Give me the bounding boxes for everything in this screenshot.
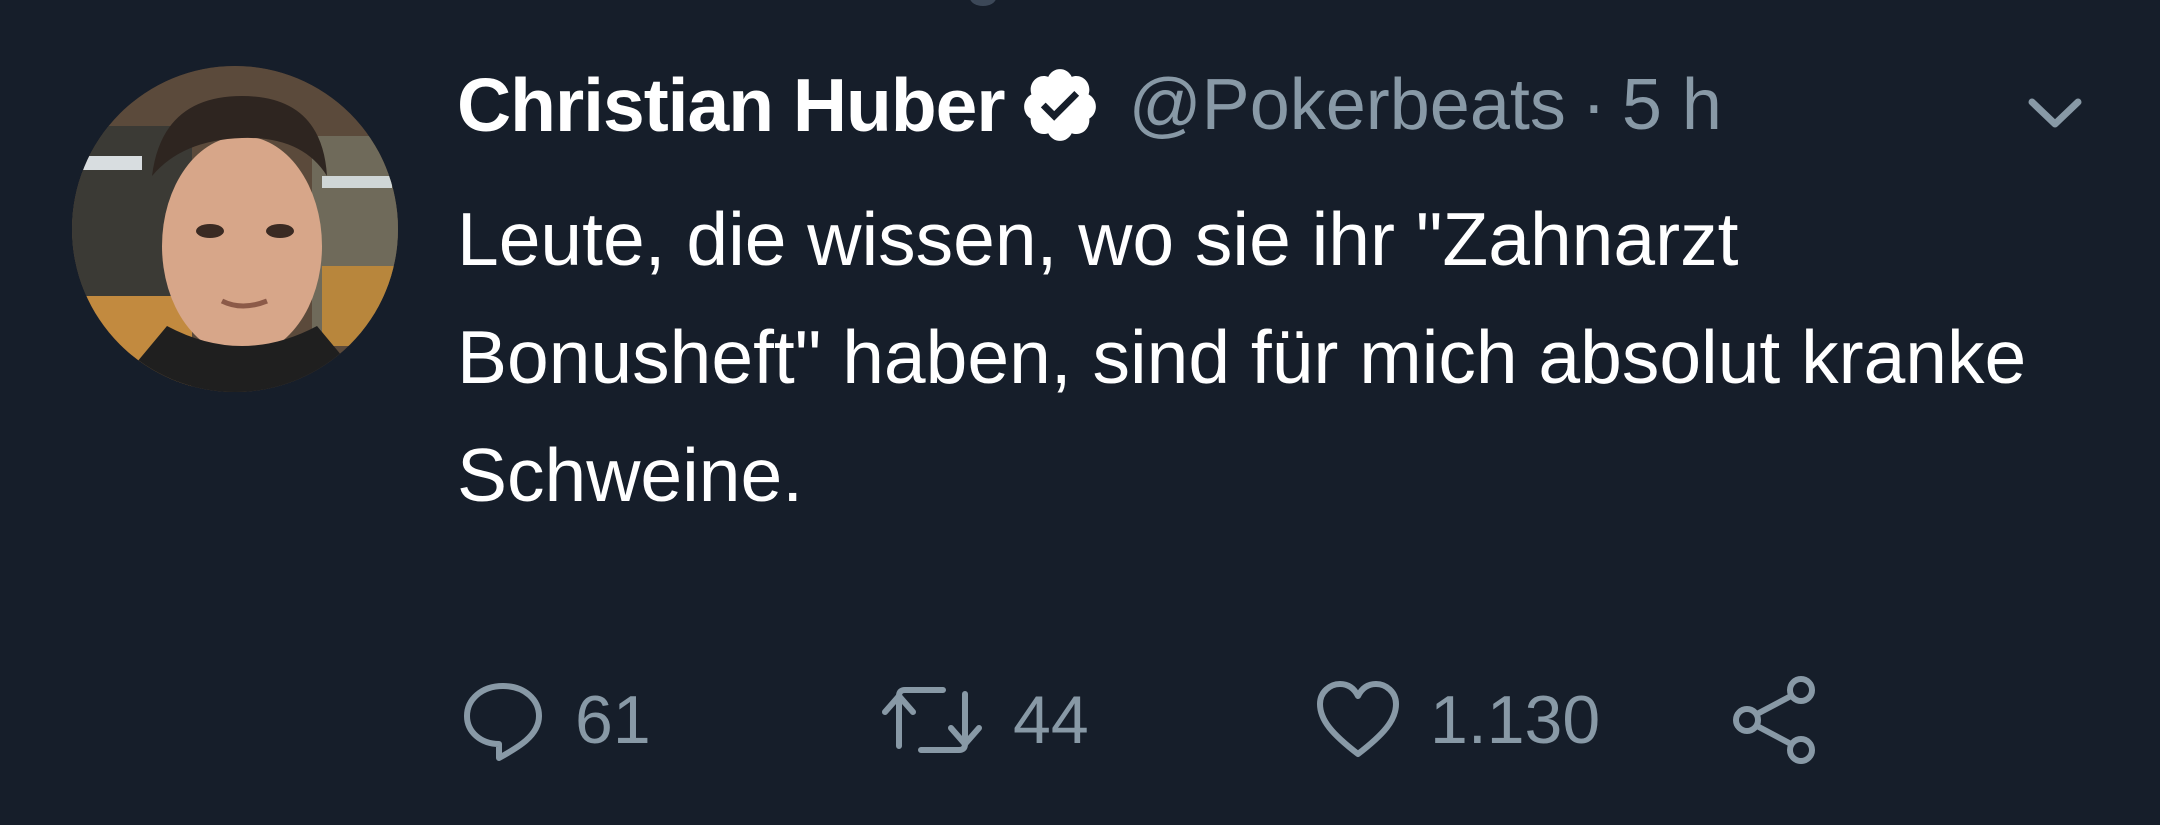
retweet-count: 44 [1013, 682, 1089, 758]
separator-dot: · [1581, 65, 1606, 145]
timestamp[interactable]: 5 h [1622, 64, 1722, 146]
reply-count: 61 [575, 682, 651, 758]
heart-icon [1317, 681, 1399, 757]
author-handle[interactable]: @Pokerbeats [1129, 64, 1566, 146]
action-bar: 61 44 1.130 [457, 665, 1857, 775]
tweet-text: Leute, die wissen, wo sie ihr "Zahnarzt … [457, 197, 2027, 517]
like-button[interactable]: 1.130 [1312, 665, 1600, 775]
author-name[interactable]: Christian Huber [457, 62, 1006, 148]
scroll-indicator [970, 0, 996, 6]
tweet-header: Christian Huber @Pokerbeats · 5 h [457, 60, 1722, 150]
reply-button[interactable]: 61 [457, 665, 651, 775]
chevron-down-icon[interactable] [2020, 88, 2090, 138]
reply-icon [464, 683, 542, 761]
retweet-button[interactable]: 44 [877, 665, 1089, 775]
tweet-card: Christian Huber @Pokerbeats · 5 h Leute,… [0, 0, 2160, 825]
avatar[interactable] [72, 66, 398, 392]
share-button[interactable] [1727, 665, 1823, 775]
verified-badge-icon [1023, 69, 1096, 141]
retweet-icon [882, 687, 982, 753]
share-icon [1733, 676, 1815, 764]
like-count: 1.130 [1430, 682, 1601, 758]
